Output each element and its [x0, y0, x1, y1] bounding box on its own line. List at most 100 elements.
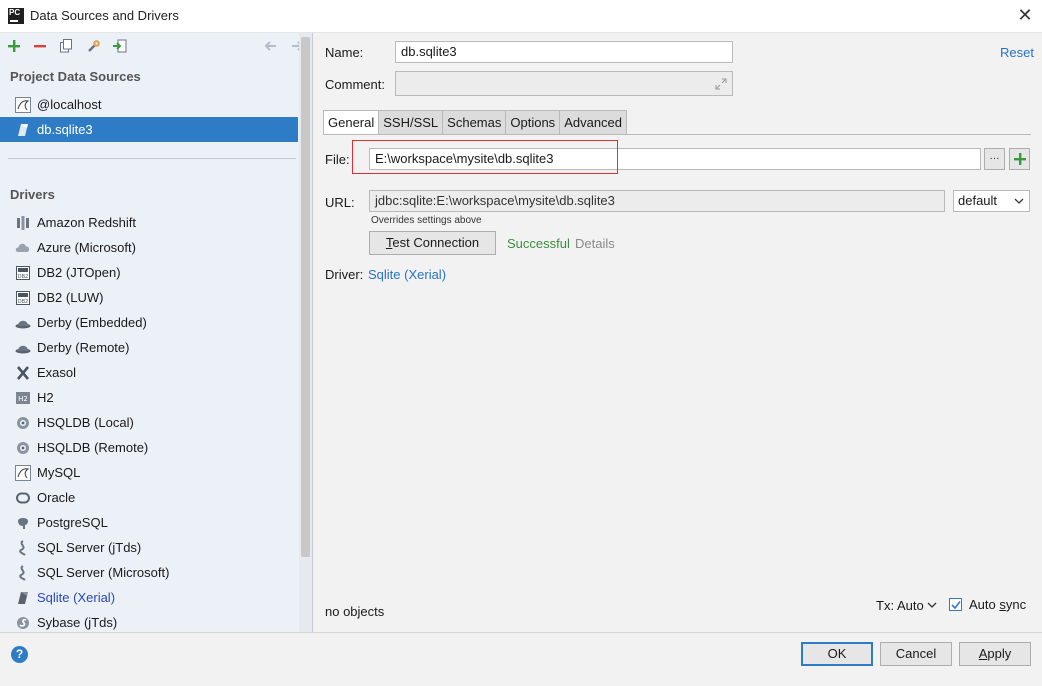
driver-label: MySQL	[37, 465, 81, 480]
driver-item-derby-remote[interactable]: Derby (Remote)	[0, 335, 298, 360]
copy-icon[interactable]	[57, 37, 75, 55]
driver-item-db2-luw[interactable]: DB2 DB2 (LUW)	[0, 285, 298, 310]
browse-button[interactable]: ···	[984, 148, 1005, 170]
data-source-settings: Name: db.sqlite3 Reset Comment: General …	[313, 33, 1042, 632]
sybase-icon	[15, 615, 31, 631]
auto-sync-checkbox[interactable]	[949, 598, 962, 611]
driver-label: Oracle	[37, 490, 76, 505]
driver-item-oracle[interactable]: Oracle	[0, 485, 298, 510]
derby-icon	[15, 315, 31, 331]
cancel-button[interactable]: Cancel	[880, 642, 952, 666]
sqlite-icon	[15, 122, 31, 138]
url-mode-select[interactable]: default	[953, 190, 1030, 212]
driver-label: HSQLDB (Local)	[37, 415, 134, 430]
reset-link[interactable]: Reset	[1000, 45, 1034, 60]
svg-text:H2: H2	[18, 395, 28, 403]
driver-item-postgresql[interactable]: PostgreSQL	[0, 510, 298, 535]
objects-status: no objects	[325, 604, 385, 619]
tab-advanced[interactable]: Advanced	[559, 110, 628, 134]
url-label: URL:	[325, 195, 355, 210]
driver-item-derby-embedded[interactable]: Derby (Embedded)	[0, 310, 298, 335]
highlight-box	[352, 140, 618, 174]
title-bar: PC Data Sources and Drivers ✕	[0, 0, 1042, 33]
driver-item-h2[interactable]: H2 H2	[0, 385, 298, 410]
sidebar-scrollbar[interactable]	[299, 33, 312, 632]
driver-label: Derby (Embedded)	[37, 315, 147, 330]
driver-item-sqlserver-jtds[interactable]: SQL Server (jTds)	[0, 535, 298, 560]
driver-label: Amazon Redshift	[37, 215, 136, 230]
source-item-db-sqlite3[interactable]: db.sqlite3	[0, 117, 298, 142]
derby-icon	[15, 340, 31, 356]
tx-label: Tx: Auto	[876, 598, 924, 613]
mysql-icon	[15, 96, 31, 113]
comment-field[interactable]	[395, 71, 733, 96]
driver-label: Driver:	[325, 267, 364, 282]
sqlite-icon	[15, 590, 31, 606]
details-link[interactable]: Details	[575, 236, 615, 251]
driver-label: HSQLDB (Remote)	[37, 440, 149, 455]
transaction-mode-select[interactable]: Tx: Auto	[876, 598, 937, 613]
hsqldb-icon	[15, 415, 31, 431]
driver-label: Azure (Microsoft)	[37, 240, 136, 255]
driver-item-azure[interactable]: Azure (Microsoft)	[0, 235, 298, 260]
overrides-note: Overrides settings above	[371, 215, 482, 226]
test-connection-button[interactable]: Test Connection	[369, 231, 496, 255]
driver-label: SQL Server (jTds)	[37, 540, 142, 555]
data-sources-panel: Project Data Sources @localhost db.sqlit…	[0, 33, 313, 632]
azure-icon	[15, 240, 31, 256]
svg-text:DB2: DB2	[18, 299, 28, 305]
driver-item-sqlserver-microsoft[interactable]: SQL Server (Microsoft)	[0, 560, 298, 585]
arrow-left-icon[interactable]	[262, 37, 280, 55]
close-icon[interactable]: ✕	[1016, 6, 1034, 24]
plus-icon[interactable]	[5, 37, 23, 55]
tab-general[interactable]: General	[323, 110, 380, 135]
connection-status: Successful	[507, 236, 570, 251]
driver-item-hsqldb-remote[interactable]: HSQLDB (Remote)	[0, 435, 298, 460]
driver-item-db2-jtopen[interactable]: DB2 DB2 (JTOpen)	[0, 260, 298, 285]
name-input[interactable]: db.sqlite3	[395, 41, 733, 63]
url-input[interactable]: jdbc:sqlite:E:\workspace\mysite\db.sqlit…	[369, 190, 945, 212]
svg-text:DB2: DB2	[18, 274, 28, 280]
hsqldb-icon	[15, 440, 31, 456]
check-icon	[950, 600, 961, 609]
driver-item-sqlite-xerial[interactable]: Sqlite (Xerial)	[0, 585, 298, 610]
import-icon[interactable]	[111, 37, 129, 55]
help-icon[interactable]: ?	[11, 646, 28, 663]
driver-label: SQL Server (Microsoft)	[37, 565, 170, 580]
minus-icon[interactable]	[31, 37, 49, 55]
source-label: @localhost	[37, 97, 102, 112]
tab-ssh-ssl[interactable]: SSH/SSL	[378, 110, 444, 134]
driver-link[interactable]: Sqlite (Xerial)	[368, 267, 446, 282]
apply-button[interactable]: Apply	[959, 642, 1031, 666]
driver-item-exasol[interactable]: Exasol	[0, 360, 298, 385]
chevron-down-icon	[927, 602, 937, 608]
redshift-icon	[15, 215, 31, 231]
tab-schemas[interactable]: Schemas	[442, 110, 507, 134]
expand-icon[interactable]	[715, 78, 727, 90]
driver-label: Sqlite (Xerial)	[37, 590, 116, 605]
file-label: File:	[325, 152, 350, 167]
auto-sync-label: Auto sync	[969, 597, 1027, 612]
tab-options[interactable]: Options	[505, 110, 561, 134]
project-data-sources-heading: Project Data Sources	[10, 69, 141, 84]
driver-item-mysql[interactable]: MySQL	[0, 460, 298, 485]
dialog-footer: ? OK Cancel Apply	[0, 632, 1042, 686]
sqlserver-icon	[15, 539, 31, 556]
settings-tabs: General SSH/SSL Schemas Options Advanced	[323, 110, 628, 135]
driver-label: PostgreSQL	[37, 515, 108, 530]
wrench-icon[interactable]	[85, 37, 103, 55]
window-title: Data Sources and Drivers	[30, 8, 179, 23]
exasol-icon	[15, 365, 31, 381]
ok-button[interactable]: OK	[801, 642, 873, 666]
driver-item-amazon-redshift[interactable]: Amazon Redshift	[0, 210, 298, 235]
driver-label: DB2 (JTOpen)	[37, 265, 121, 280]
driver-item-hsqldb-local[interactable]: HSQLDB (Local)	[0, 410, 298, 435]
pycharm-app-icon: PC	[8, 8, 24, 24]
source-item-localhost[interactable]: @localhost	[0, 92, 298, 117]
name-label: Name:	[325, 45, 364, 60]
url-mode-value: default	[958, 193, 998, 208]
add-file-button[interactable]	[1009, 148, 1030, 170]
sqlserver-icon	[15, 564, 31, 581]
scrollbar-thumb[interactable]	[301, 37, 310, 557]
driver-label: H2	[37, 390, 54, 405]
